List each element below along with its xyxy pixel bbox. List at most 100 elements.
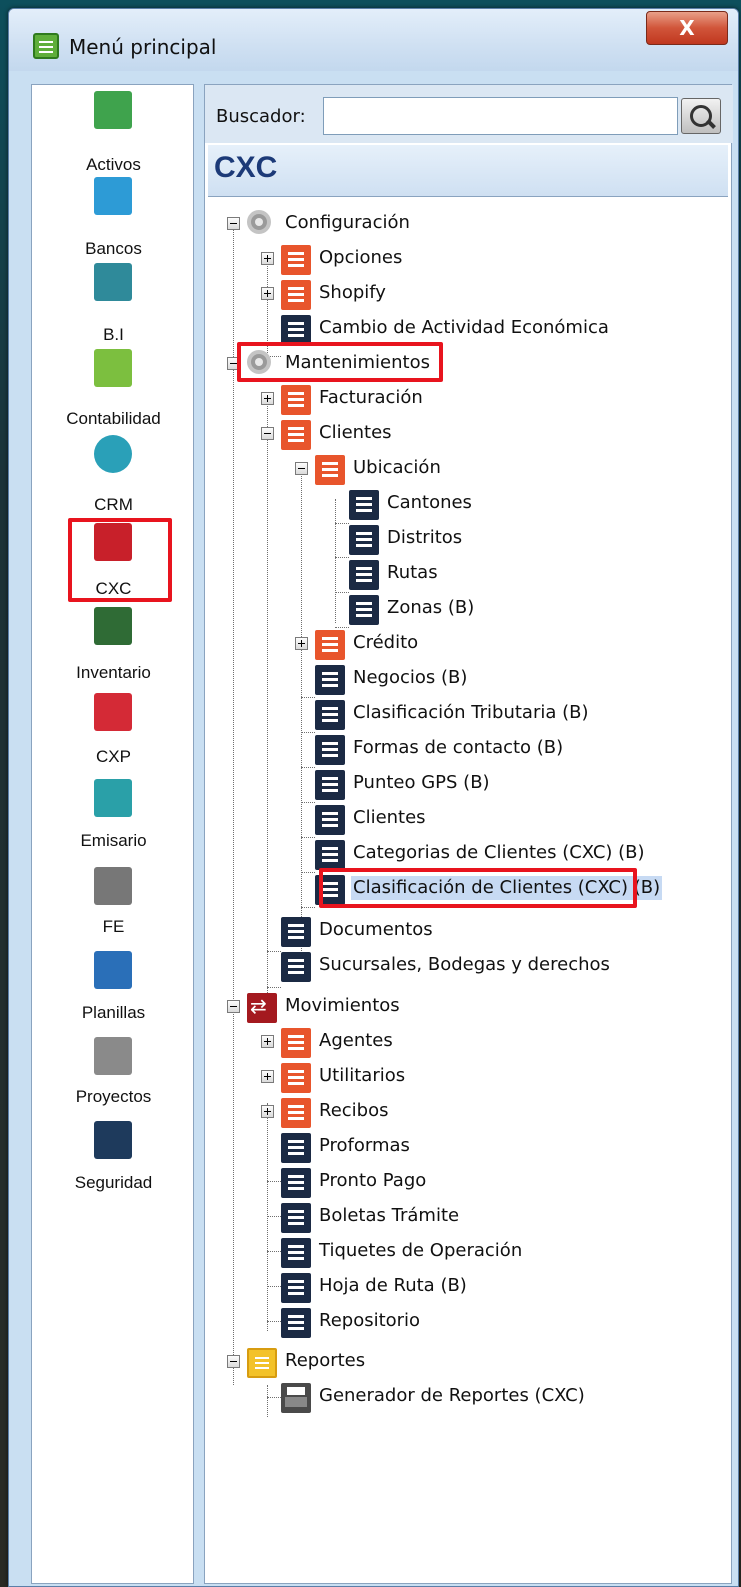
tree-line [267,1181,281,1182]
tree-node-label: Recibos [319,1100,389,1121]
tree-node-label: Rutas [387,562,438,583]
list-folder-icon [281,245,311,275]
expand-toggle-icon[interactable] [261,252,274,265]
list-folder-icon [281,385,311,415]
briefcase-icon [94,177,132,215]
tree-line [267,1385,268,1417]
title-bar[interactable]: Menú principal X [9,9,738,71]
tree-line [301,837,315,838]
close-button[interactable]: X [646,11,728,45]
module-sidebar: Activos Bancos B.I Contabilidad CRM CXC … [31,84,194,1584]
expand-toggle-icon[interactable] [261,1105,274,1118]
collapse-toggle-icon[interactable] [227,217,240,230]
sidebar-item-label: CRM [94,495,133,514]
tree-node-label: Facturación [319,387,423,408]
list-item-icon [315,700,345,730]
castle-icon [94,1121,132,1159]
collapse-toggle-icon[interactable] [261,427,274,440]
list-item-icon [281,315,311,345]
expand-toggle-icon[interactable] [295,637,308,650]
tree-line [267,1286,281,1287]
person-inventory-icon [94,607,132,645]
tree-line [301,465,302,977]
tree-line [335,557,349,558]
tree-line [301,697,315,698]
sidebar-item-label: FE [102,917,125,936]
tree-node-label: Movimientos [285,995,400,1016]
menu-tree: Configuración Opciones Shopify Cambio de… [205,85,733,1585]
tree-node-label: Cantones [387,492,472,513]
tree-node-label: Configuración [285,212,410,233]
person-pay-icon [94,693,132,731]
collapse-toggle-icon[interactable] [227,1000,240,1013]
collapse-toggle-icon[interactable] [227,1355,240,1368]
tree-node-label: Punteo GPS (B) [353,772,490,793]
list-item-icon [281,1273,311,1303]
tree-node-label: Shopify [319,282,386,303]
tree-panel: Buscador: CXC Configuración Opciones Sho… [204,84,733,1585]
sidebar-item-label: Inventario [76,663,151,682]
list-item-icon [281,1133,311,1163]
tree-line [335,627,349,628]
expand-toggle-icon[interactable] [261,392,274,405]
list-item-icon [281,952,311,982]
globe-icon [94,435,132,473]
chart-icon [94,349,132,387]
app-menu-icon [33,33,59,59]
sidebar-item-label: Emisario [80,831,147,850]
tree-node-label: Proformas [319,1135,410,1156]
tree-node-label: Cambio de Actividad Económica [319,317,609,338]
list-folder-icon [281,280,311,310]
tree-line [335,592,349,593]
tree-node-label: Pronto Pago [319,1170,427,1191]
tree-node-label: Sucursales, Bodegas y derechos [319,954,610,975]
tree-node-label: Agentes [319,1030,393,1051]
tree-node-label: Opciones [319,247,403,268]
sidebar-item-label: B.I [103,325,124,344]
lightbulb-icon [94,263,132,301]
sidebar-item-label: Seguridad [74,1173,153,1192]
list-item-icon [315,735,345,765]
expand-toggle-icon[interactable] [261,1035,274,1048]
list-item-icon [349,560,379,590]
tree-node-label: Categorias de Clientes (CXC) (B) [353,842,645,863]
tree-node-label: Distritos [387,527,463,548]
gear-icon [247,210,271,234]
ruler-pencil-icon [94,1037,132,1075]
list-item-icon [281,1238,311,1268]
list-folder-icon [281,1063,311,1093]
tree-line [267,1216,281,1217]
list-item-icon [315,770,345,800]
tree-node-label: Formas de contacto (B) [353,737,564,758]
tree-line [301,802,315,803]
envelope-icon [94,779,132,817]
list-folder-icon [281,1098,311,1128]
cash-register-icon [94,91,132,129]
mantenimientos-highlight-box [237,342,443,382]
list-folder-icon [315,455,345,485]
tree-node-label: Generador de Reportes (CXC) [319,1385,585,1406]
expand-toggle-icon[interactable] [261,1070,274,1083]
sidebar-item-label: Activos [86,155,141,174]
clasificacion-highlight-box [319,868,637,908]
list-folder-icon [281,1028,311,1058]
tree-line [267,987,281,988]
list-item-icon [281,917,311,947]
collapse-toggle-icon[interactable] [295,462,308,475]
list-item-icon [281,1203,311,1233]
shuffle-icon [247,993,277,1023]
tree-line [267,395,268,1021]
printer-icon [281,1383,311,1413]
tree-node-label: Documentos [319,919,433,940]
tree-line [301,907,315,908]
list-item-icon [349,490,379,520]
tree-line [267,1397,281,1398]
expand-toggle-icon[interactable] [261,287,274,300]
list-item-icon [315,840,345,870]
list-folder-icon [315,630,345,660]
tree-node-label: Tiquetes de Operación [319,1240,523,1261]
tree-node-label: Negocios (B) [353,667,468,688]
cxc-highlight-box [68,518,172,602]
tree-line [267,951,281,952]
main-menu-window: Menú principal X Activos Bancos B.I Cont… [8,8,739,1587]
